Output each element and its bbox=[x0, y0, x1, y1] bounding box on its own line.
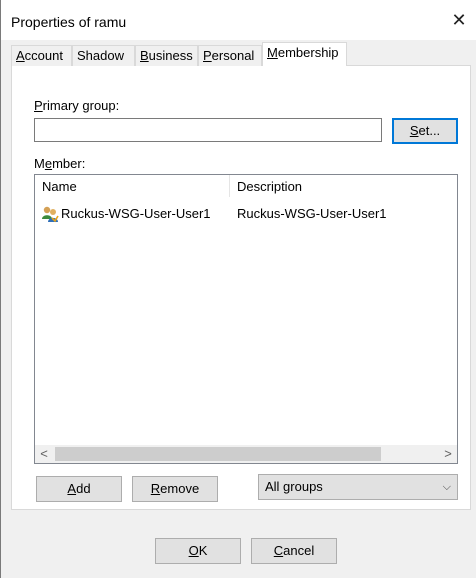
tab-shadow-label: Shadow bbox=[77, 48, 124, 63]
member-list[interactable]: Name Description Ruckus-WSG-User-User1 R… bbox=[34, 174, 458, 464]
group-filter-value: All groups bbox=[265, 479, 323, 494]
member-label-pre: M bbox=[34, 156, 45, 171]
membership-panel: Primary group: Set... Member: Name Descr… bbox=[11, 66, 471, 510]
primary-group-field[interactable] bbox=[34, 118, 382, 142]
member-label-rest: mber: bbox=[52, 156, 86, 171]
ok-button-accel: O bbox=[188, 543, 199, 558]
list-header: Name Description bbox=[35, 175, 457, 199]
add-button-label: dd bbox=[76, 481, 91, 496]
tab-membership-label: embership bbox=[277, 45, 339, 60]
member-label: Member: bbox=[34, 156, 85, 171]
close-icon[interactable]: ✕ bbox=[449, 10, 469, 30]
cancel-button[interactable]: Cancel bbox=[251, 538, 337, 564]
cancel-button-accel: C bbox=[273, 543, 284, 558]
chevron-down-icon: ⌵ bbox=[442, 481, 451, 493]
properties-dialog: Properties of ramu ✕ Account Shadow Busi… bbox=[0, 0, 476, 578]
title-bar: Properties of ramu ✕ bbox=[1, 0, 476, 40]
tab-business[interactable]: Business bbox=[135, 45, 198, 66]
tab-account-label: ccount bbox=[24, 48, 63, 63]
tab-personal-label: ersonal bbox=[211, 48, 255, 63]
add-button-accel: A bbox=[67, 481, 77, 496]
ok-button[interactable]: OK bbox=[155, 538, 241, 564]
scroll-left-icon[interactable]: < bbox=[35, 445, 53, 463]
tab-personal[interactable]: Personal bbox=[198, 45, 262, 66]
tab-strip: Account Shadow Business Personal Members… bbox=[11, 42, 471, 67]
tab-business-accel: B bbox=[140, 48, 149, 63]
tab-personal-accel: P bbox=[203, 48, 212, 63]
window-title: Properties of ramu bbox=[11, 14, 127, 30]
add-button[interactable]: Add bbox=[36, 476, 122, 502]
list-item[interactable]: Ruckus-WSG-User-User1 Ruckus-WSG-User-Us… bbox=[35, 203, 457, 225]
cancel-button-label: ancel bbox=[283, 543, 315, 558]
user-group-icon bbox=[40, 203, 60, 225]
tab-shadow[interactable]: Shadow bbox=[72, 45, 135, 66]
horizontal-scrollbar[interactable]: < > bbox=[35, 445, 457, 463]
dialog-footer: OK Cancel bbox=[1, 510, 476, 578]
ok-button-label: K bbox=[198, 543, 208, 558]
tab-membership-accel: M bbox=[267, 45, 278, 60]
tab-business-label: usiness bbox=[148, 48, 193, 63]
remove-button[interactable]: Remove bbox=[132, 476, 218, 502]
scroll-right-icon[interactable]: > bbox=[439, 445, 457, 463]
tab-account-accel: A bbox=[16, 48, 25, 63]
group-filter-select[interactable]: All groups ⌵ bbox=[258, 474, 458, 500]
member-label-accel: e bbox=[44, 156, 53, 171]
set-button[interactable]: Set... bbox=[392, 118, 458, 144]
column-header-name[interactable]: Name bbox=[35, 175, 229, 199]
remove-button-accel: R bbox=[150, 481, 161, 496]
primary-group-label: Primary group: bbox=[34, 98, 119, 113]
scrollbar-thumb[interactable] bbox=[55, 447, 381, 461]
member-name: Ruckus-WSG-User-User1 bbox=[61, 206, 211, 221]
remove-button-label: emove bbox=[160, 481, 200, 496]
primary-group-label-text: rimary group: bbox=[42, 98, 120, 113]
primary-group-accel: P bbox=[34, 98, 43, 113]
set-button-label: et... bbox=[418, 123, 441, 138]
tab-membership[interactable]: Membership bbox=[262, 42, 347, 67]
member-description: Ruckus-WSG-User-User1 bbox=[237, 206, 387, 221]
tab-account[interactable]: Account bbox=[11, 45, 72, 66]
column-header-description[interactable]: Description bbox=[230, 175, 457, 199]
